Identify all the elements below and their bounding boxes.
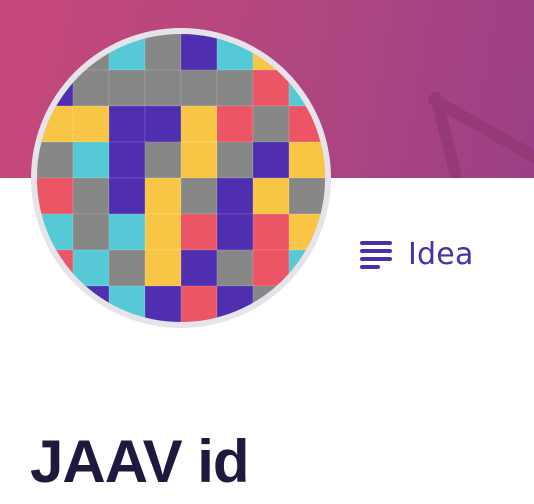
list-lines-icon (360, 241, 392, 269)
avatar-image (37, 34, 325, 322)
page-title: JAAV id (30, 428, 250, 495)
pixel-mosaic-avatar (37, 34, 325, 322)
category-label: Idea (408, 236, 474, 272)
banner-decoration-shape (428, 92, 534, 178)
avatar[interactable] (31, 28, 331, 328)
category-tag[interactable]: Idea (360, 234, 474, 274)
